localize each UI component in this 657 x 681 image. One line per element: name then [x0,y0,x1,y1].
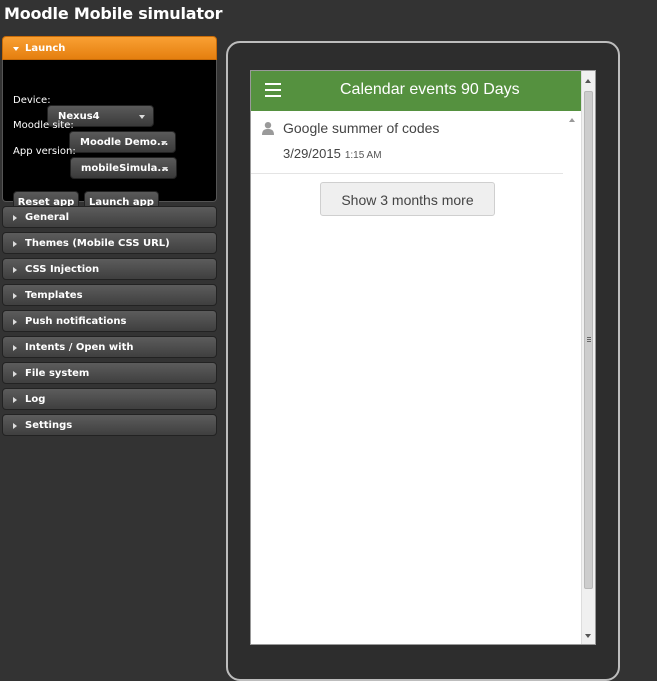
section-themes[interactable]: Themes (Mobile CSS URL) [2,232,217,254]
section-label: File system [25,368,90,379]
section-label: Intents / Open with [25,342,134,353]
section-label: Log [25,394,46,405]
device-label: Device: [13,95,51,106]
show-more-button[interactable]: Show 3 months more [320,182,495,216]
expand-arrow-icon [13,215,17,221]
moodle-site-select[interactable]: Moodle Demo... [69,131,176,153]
device-screen: Calendar events 90 Days Google summer of… [250,70,596,645]
section-label: Templates [25,290,83,301]
grip-icon [587,337,591,343]
scrollbar-thumb[interactable] [584,91,593,589]
section-label: Themes (Mobile CSS URL) [25,238,170,249]
section-label: General [25,212,69,223]
section-templates[interactable]: Templates [2,284,217,306]
app-version-label: App version: [13,146,76,157]
section-intents[interactable]: Intents / Open with [2,336,217,358]
expand-arrow-icon [13,319,17,325]
event-date: 3/29/2015 [283,146,341,161]
section-log[interactable]: Log [2,388,217,410]
section-settings[interactable]: Settings [2,414,217,436]
scroll-up-icon[interactable] [569,118,575,122]
moodle-site-label: Moodle site: [13,120,74,131]
expand-arrow-icon [13,241,17,247]
mobile-header: Calendar events 90 Days [251,71,581,111]
section-file-system[interactable]: File system [2,362,217,384]
expand-arrow-icon [13,345,17,351]
left-panel: Launch Device: Nexus4 Moodle site: Moodl… [2,36,217,440]
page-title: Calendar events 90 Days [340,81,520,98]
section-label: CSS Injection [25,264,100,275]
moodle-site-select-value: Moodle Demo... [80,137,169,148]
event-title: Google summer of codes [283,120,440,136]
app-title: Moodle Mobile simulator [4,4,223,23]
app-version-select[interactable]: mobileSimula... [70,157,177,179]
section-css-injection[interactable]: CSS Injection [2,258,217,280]
list-item[interactable]: Google summer of codes 3/29/2015 1:15 AM [251,111,563,174]
launch-section-label: Launch [25,43,66,54]
section-label: Push notifications [25,316,127,327]
dropdown-caret-icon [139,115,145,119]
menu-icon[interactable] [265,83,281,101]
expand-arrow-icon [13,423,17,429]
scroll-up-icon[interactable] [585,79,591,83]
event-date-line: 3/29/2015 1:15 AM [283,146,382,161]
app-version-select-value: mobileSimula... [81,163,169,174]
dropdown-caret-icon [162,167,168,171]
section-push-notifications[interactable]: Push notifications [2,310,217,332]
expand-arrow-icon [13,267,17,273]
collapse-arrow-icon [13,47,19,51]
inner-scrollbar[interactable] [563,111,581,644]
event-time: 1:15 AM [344,150,382,161]
launch-section-body: Device: Nexus4 Moodle site: Moodle Demo.… [2,60,217,213]
launch-section-header[interactable]: Launch [2,36,217,60]
expand-arrow-icon [13,371,17,377]
dropdown-caret-icon [161,141,167,145]
scroll-down-icon[interactable] [585,634,591,638]
expand-arrow-icon [13,293,17,299]
user-icon [262,122,274,135]
outer-scrollbar[interactable] [581,71,595,644]
expand-arrow-icon [13,397,17,403]
section-general[interactable]: General [2,206,217,228]
section-label: Settings [25,420,73,431]
